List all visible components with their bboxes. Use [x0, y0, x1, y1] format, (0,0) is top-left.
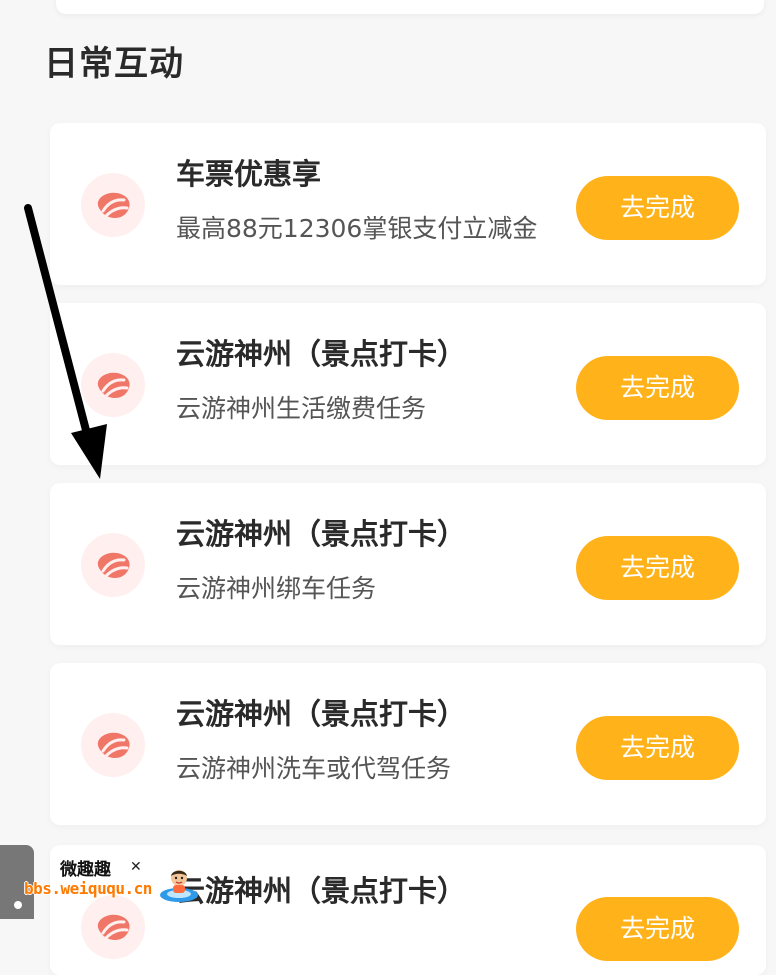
go-complete-button[interactable]: 去完成: [576, 897, 739, 961]
task-card-bind-car: 云游神州（景点打卡） 云游神州绑车任务 去完成: [50, 483, 766, 645]
task-card-utility-payment: 云游神州（景点打卡） 云游神州生活缴费任务 去完成: [50, 303, 766, 465]
previous-card-edge: [56, 0, 764, 14]
task-description: 最高88元12306掌银支付立减金: [176, 214, 538, 243]
sparkle-icon: ✕: [130, 859, 142, 875]
task-description: 云游神州生活缴费任务: [176, 394, 427, 423]
task-title: 云游神州（景点打卡）: [176, 337, 467, 371]
mascot-icon: [160, 870, 198, 902]
watermark-name: 微趣趣: [60, 860, 111, 880]
task-title: 车票优惠享: [176, 157, 322, 191]
task-title: 云游神州（景点打卡）: [176, 697, 467, 731]
task-description: 云游神州洗车或代驾任务: [176, 754, 452, 783]
task-card-ticket-discount: 车票优惠享 最高88元12306掌银支付立减金 去完成: [50, 123, 766, 285]
task-list: 车票优惠享 最高88元12306掌银支付立减金 去完成 云游神州（景点打卡） 云…: [50, 123, 766, 843]
bean-icon: [81, 533, 145, 597]
go-complete-button[interactable]: 去完成: [576, 716, 739, 780]
bean-icon: [81, 713, 145, 777]
go-complete-button[interactable]: 去完成: [576, 356, 739, 420]
task-title: 云游神州（景点打卡）: [176, 517, 467, 551]
task-title: 云游神州（景点打卡）: [176, 874, 467, 908]
section-title: 日常互动: [44, 44, 184, 84]
task-card-car-wash: 云游神州（景点打卡） 云游神州洗车或代驾任务 去完成: [50, 663, 766, 825]
go-complete-button[interactable]: 去完成: [576, 536, 739, 600]
watermark-url: bbs.weiququ.cn: [24, 879, 152, 898]
task-description: 云游神州绑车任务: [176, 574, 377, 603]
tab-dot: [14, 901, 22, 909]
arrow-down-icon: [24, 204, 107, 479]
go-complete-button[interactable]: 去完成: [576, 176, 739, 240]
watermark: 微趣趣 ✕ bbs.weiququ.cn: [24, 855, 204, 915]
